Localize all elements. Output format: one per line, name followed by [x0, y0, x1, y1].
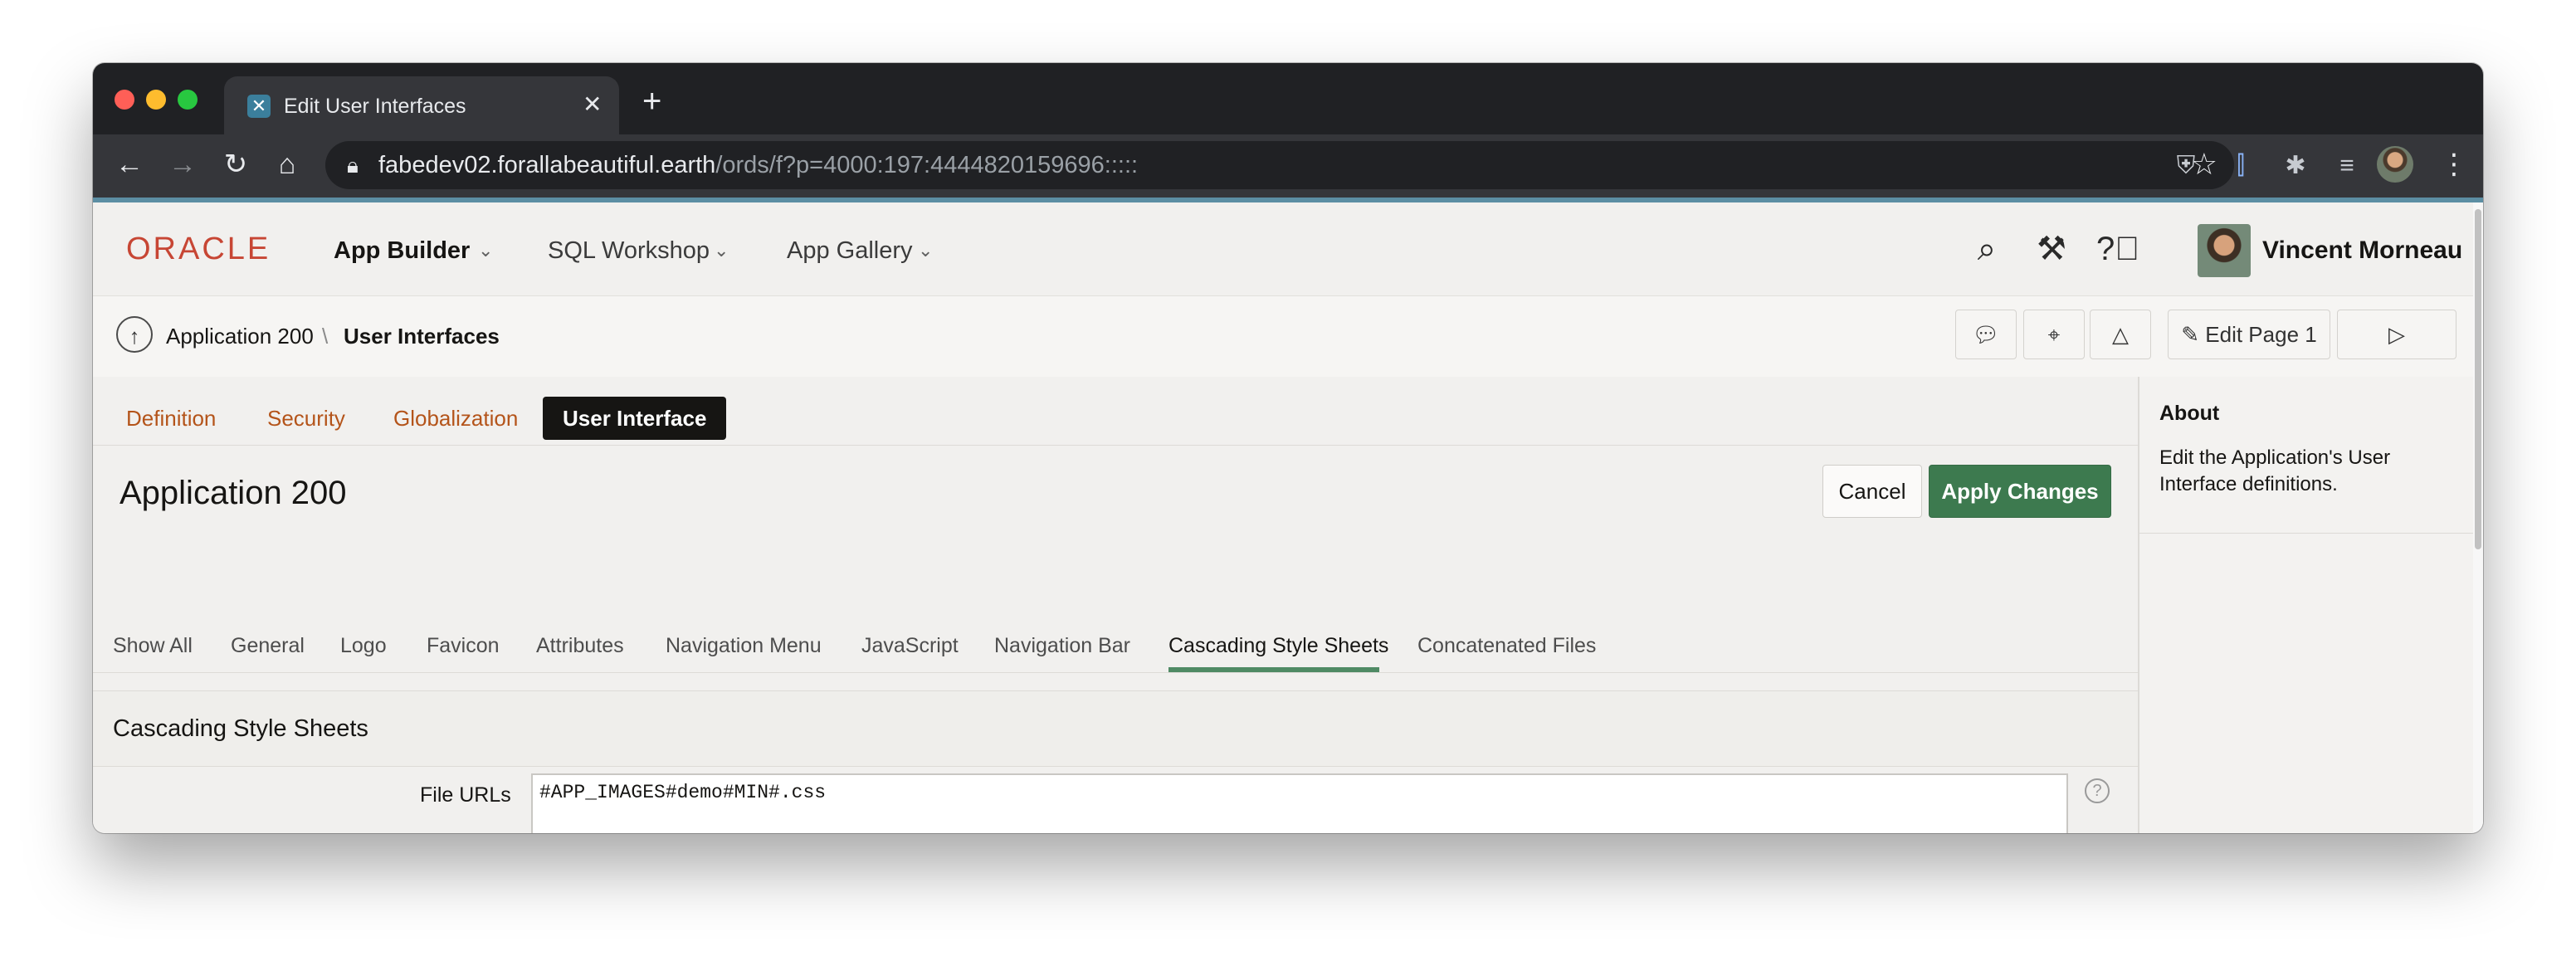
maximize-window-icon[interactable]	[178, 90, 198, 110]
file-urls-textarea[interactable]: #APP_IMAGES#demo#MIN#.css ◢	[531, 773, 2068, 833]
pencil-icon: ✎	[2181, 322, 2206, 347]
tab-definition[interactable]: Definition	[126, 405, 216, 432]
about-text: Edit the Application's User Interface de…	[2159, 446, 2391, 495]
menu-sql-workshop[interactable]: SQL Workshop	[548, 236, 710, 266]
subtabs-divider	[93, 672, 2138, 673]
forward-arrow-icon[interactable]: →	[164, 148, 201, 181]
reload-icon[interactable]: ↻	[217, 148, 254, 181]
breadcrumb-current: User Interfaces	[344, 324, 500, 349]
chevron-down-icon[interactable]: ⌄	[714, 237, 729, 264]
search-icon[interactable]: ⌕	[1965, 227, 2008, 271]
help-icon[interactable]: ?⃝	[2096, 227, 2139, 271]
shared-components-icon[interactable]: △	[2090, 310, 2151, 359]
subtab-javascript[interactable]: JavaScript	[861, 632, 959, 659]
edit-page-button[interactable]: ✎ Edit Page 1	[2168, 310, 2330, 359]
browser-window: ✕ Edit User Interfaces ✕ + ← → ↻ ⌂ 🔒︎ fa…	[93, 63, 2483, 833]
browser-toolbar: ← → ↻ ⌂ 🔒︎ fabedev02.forallabeautiful.ea…	[93, 134, 2483, 198]
new-tab-button[interactable]: +	[642, 85, 661, 118]
browser-menu-icon[interactable]: ⋮	[2440, 148, 2468, 181]
subtab-show-all[interactable]: Show All	[113, 632, 193, 659]
browser-profile-avatar[interactable]	[2377, 146, 2413, 183]
administration-icon[interactable]: ⚒	[2030, 227, 2073, 271]
apply-changes-button[interactable]: Apply Changes	[1929, 465, 2111, 518]
subtab-navigation-menu[interactable]: Navigation Menu	[666, 632, 822, 659]
menu-app-gallery[interactable]: App Gallery	[787, 236, 913, 266]
subtab-cascading-style-sheets[interactable]: Cascading Style Sheets	[1168, 632, 1388, 659]
apex-favicon-icon: ✕	[247, 95, 271, 118]
file-urls-value: #APP_IMAGES#demo#MIN#.css	[539, 782, 827, 803]
breadcrumb-bar: ↑ Application 200 \ User Interfaces 💬︎ ⌖…	[93, 295, 2483, 378]
edit-page-label: Edit Page 1	[2205, 322, 2317, 347]
about-sidebar: About Edit the Application's User Interf…	[2138, 377, 2473, 833]
breadcrumb-application[interactable]: Application 200	[166, 323, 314, 349]
ublock-shield-icon[interactable]: ⛨	[2168, 149, 2204, 183]
close-window-icon[interactable]	[115, 90, 134, 110]
home-icon[interactable]: ⌂	[269, 148, 305, 181]
user-avatar[interactable]	[2198, 224, 2251, 277]
up-arrow-icon[interactable]: ↑	[116, 316, 153, 353]
address-bar[interactable]: 🔒︎ fabedev02.forallabeautiful.earth/ords…	[325, 141, 2234, 189]
browser-tab-active[interactable]: ✕ Edit User Interfaces ✕	[224, 76, 619, 134]
scrollbar-thumb[interactable]	[2475, 209, 2481, 549]
minimize-window-icon[interactable]	[146, 90, 166, 110]
add-comment-icon[interactable]: 💬︎	[1955, 310, 2017, 359]
url-text: fabedev02.forallabeautiful.earth/ords/f?…	[378, 151, 1138, 179]
back-arrow-icon[interactable]: ←	[111, 148, 148, 181]
subtab-logo[interactable]: Logo	[340, 632, 387, 659]
cancel-button[interactable]: Cancel	[1822, 465, 1922, 518]
play-icon: ▷	[2388, 322, 2405, 347]
main-content: Definition Security Globalization User I…	[93, 377, 2138, 833]
about-divider	[2139, 533, 2473, 534]
subtab-concatenated-files[interactable]: Concatenated Files	[1417, 632, 1596, 659]
run-page-button[interactable]: ▷	[2337, 310, 2456, 359]
extension-bars-icon[interactable]: ⫿	[2222, 149, 2259, 183]
chevron-down-icon[interactable]: ⌄	[918, 237, 933, 264]
browser-tabstrip: ✕ Edit User Interfaces ✕ +	[93, 63, 2483, 134]
tab-security[interactable]: Security	[267, 405, 345, 432]
about-title: About	[2159, 402, 2220, 425]
file-urls-label: File URLs	[420, 783, 511, 807]
tab-close-icon[interactable]: ✕	[583, 91, 602, 118]
reading-list-icon[interactable]: ≡	[2329, 149, 2365, 183]
lock-icon: 🔒︎	[347, 153, 359, 178]
menu-app-builder[interactable]: App Builder	[334, 236, 470, 266]
chevron-down-icon[interactable]: ⌄	[478, 237, 493, 264]
browser-tab-title: Edit User Interfaces	[284, 95, 466, 118]
developer-tags-icon[interactable]: ⌖	[2023, 310, 2085, 359]
subtab-navigation-bar[interactable]: Navigation Bar	[994, 632, 1130, 659]
url-host: fabedev02.forallabeautiful.earth	[378, 152, 716, 178]
page-title: Application 200	[120, 475, 347, 511]
oracle-logo[interactable]: ORACLE	[126, 232, 271, 266]
user-name[interactable]: Vincent Morneau	[2262, 236, 2462, 266]
tabs-divider	[93, 445, 2138, 446]
section-header: Cascading Style Sheets	[93, 690, 2138, 767]
subtab-general[interactable]: General	[231, 632, 305, 659]
breadcrumb-separator: \	[322, 324, 329, 349]
help-circle-icon[interactable]: ?	[2085, 778, 2110, 803]
app-header: ORACLE App Builder ⌄ SQL Workshop ⌄ App …	[93, 202, 2483, 295]
tab-user-interface[interactable]: User Interface	[543, 397, 727, 440]
subtab-favicon[interactable]: Favicon	[427, 632, 500, 659]
subtab-attributes[interactable]: Attributes	[536, 632, 624, 659]
url-path: /ords/f?p=4000:197:4444820159696:::::	[715, 152, 1139, 178]
section-title: Cascading Style Sheets	[113, 715, 368, 742]
extensions-puzzle-icon[interactable]: ✱	[2277, 149, 2314, 183]
tab-globalization[interactable]: Globalization	[393, 405, 518, 432]
